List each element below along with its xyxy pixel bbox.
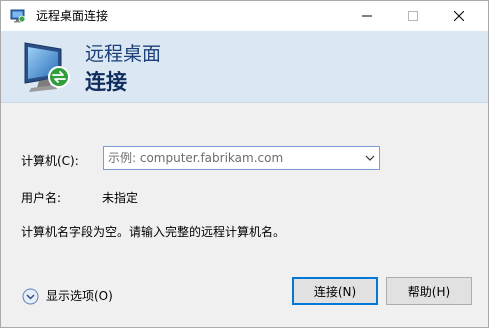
close-icon: [454, 11, 464, 21]
help-button[interactable]: 帮助(H): [386, 277, 472, 305]
close-button[interactable]: [436, 1, 482, 31]
banner-title-line1: 远程桌面: [85, 43, 162, 65]
minimize-icon: [362, 15, 372, 17]
minimize-button[interactable]: [344, 1, 390, 31]
connect-button[interactable]: 连接(N): [292, 277, 378, 305]
validation-message: 计算机名字段为空。请输入完整的远程计算机名。: [21, 225, 286, 239]
computer-input-placeholder[interactable]: 示例: computer.fabrikam.com: [108, 150, 283, 166]
remote-desktop-monitor-icon: [21, 39, 75, 93]
show-options-label[interactable]: 显示选项(O): [46, 288, 113, 304]
computer-combobox[interactable]: 示例: computer.fabrikam.com: [103, 146, 380, 170]
remote-desktop-window: 远程桌面连接 远程桌面 连接 计算机(C): 示例: computer.fabr…: [0, 0, 489, 328]
remote-desktop-icon: [10, 8, 26, 24]
show-options-toggle[interactable]: 显示选项(O): [22, 286, 113, 306]
computer-label: 计算机(C):: [21, 154, 79, 168]
banner-title-line2: 连接: [85, 70, 127, 94]
maximize-button[interactable]: [390, 1, 436, 31]
window-title: 远程桌面连接: [36, 9, 109, 23]
header-banner: 远程桌面 连接: [1, 31, 488, 103]
expand-circle-icon[interactable]: [22, 288, 39, 305]
chevron-down-icon[interactable]: [365, 153, 375, 163]
title-bar[interactable]: 远程桌面连接: [1, 1, 488, 31]
username-value: 未指定: [102, 191, 139, 205]
maximize-icon: [408, 11, 418, 21]
username-label: 用户名:: [21, 191, 62, 205]
